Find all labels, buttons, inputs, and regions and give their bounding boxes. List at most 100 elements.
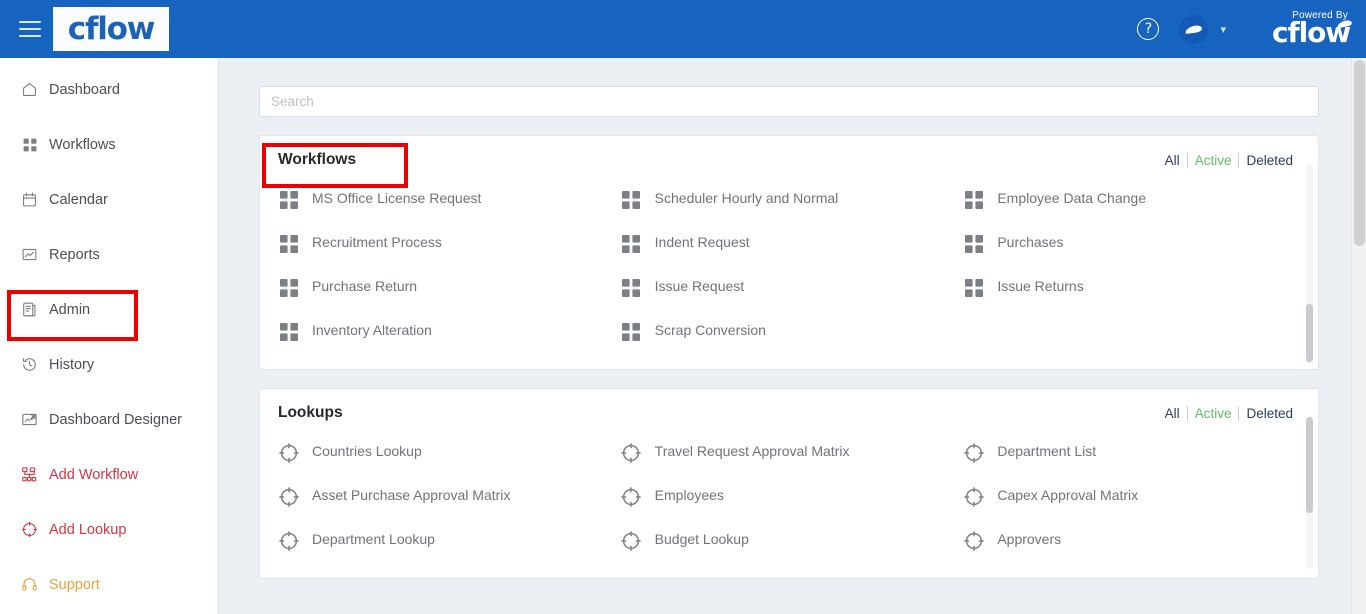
sidebar-item-dashboard[interactable]: Dashboard	[0, 75, 218, 104]
sidebar-item-label: Add Workflow	[49, 466, 139, 483]
workflow-item[interactable]: Issue Request	[615, 267, 958, 311]
workflows-scrollbar-thumb[interactable]	[1306, 304, 1313, 362]
lookup-item[interactable]: Capex Approval Matrix	[957, 476, 1300, 520]
lookup-item[interactable]: Travel Request Approval Matrix	[615, 432, 958, 476]
add-workflow-icon	[21, 466, 38, 483]
chevron-down-icon[interactable]: ▾	[1220, 23, 1226, 36]
lookup-target-icon	[963, 442, 984, 463]
workflows-filter-group: All Active Deleted	[1158, 152, 1300, 168]
item-label: Purchase Return	[312, 278, 418, 294]
lookup-item[interactable]: Budget Lookup	[615, 520, 958, 564]
sidebar-item-admin[interactable]: Admin	[0, 295, 218, 324]
workflow-item[interactable]: Indent Request	[615, 223, 958, 267]
sidebar-item-label: Reports	[49, 246, 100, 263]
search-input[interactable]	[259, 86, 1319, 117]
sidebar-item-label: Add Lookup	[49, 521, 127, 538]
workflow-grid-icon	[963, 233, 984, 254]
lookup-target-icon	[278, 486, 299, 507]
cflow-logo-text: cflow	[67, 10, 156, 47]
sidebar-item-support[interactable]: Support	[0, 570, 218, 599]
lookups-panel-scrollbar[interactable]	[1306, 417, 1313, 569]
workflow-grid-icon	[278, 233, 299, 254]
report-icon	[21, 246, 38, 263]
filter-active[interactable]: Active	[1188, 406, 1239, 421]
item-label: Travel Request Approval Matrix	[654, 443, 850, 459]
sidebar-item-label: Calendar	[49, 191, 108, 208]
lookup-target-icon	[278, 442, 299, 463]
sidebar-item-reports[interactable]: Reports	[0, 240, 218, 269]
headset-icon	[21, 576, 38, 593]
sidebar-item-label: Support	[49, 576, 100, 593]
avatar-swoosh-glyph	[1184, 23, 1204, 35]
lookups-scrollbar-thumb[interactable]	[1306, 417, 1313, 513]
header-right-group: ? ▾ Powered By cflow	[1137, 0, 1366, 58]
sidebar-item-label: Admin	[49, 301, 91, 318]
help-circle-icon[interactable]: ?	[1137, 18, 1160, 40]
admin-book-icon	[21, 301, 38, 318]
lookups-filter-group: All Active Deleted	[1158, 405, 1300, 421]
workflow-item[interactable]: Issue Returns	[957, 267, 1300, 311]
workflows-panel-scrollbar[interactable]	[1306, 164, 1313, 364]
workflow-item[interactable]: Purchases	[957, 223, 1300, 267]
workflow-item[interactable]: Purchase Return	[272, 267, 615, 311]
main-content-area: Workflows AllActiveDeleted MS Office Lic…	[219, 58, 1366, 614]
lookup-item[interactable]: Countries Lookup	[272, 432, 615, 476]
user-avatar-icon[interactable]	[1179, 14, 1209, 44]
lookups-panel-title: Lookups	[278, 404, 343, 421]
filter-all[interactable]: All	[1158, 406, 1187, 421]
hamburger-menu-icon[interactable]	[19, 21, 41, 37]
filter-deleted[interactable]: Deleted	[1239, 153, 1300, 168]
lookups-panel-header: Lookups All Active Deleted	[260, 389, 1318, 432]
workflow-grid-icon	[621, 233, 642, 254]
sidebar-item-label: Workflows	[49, 136, 116, 153]
item-label: Scheduler Hourly and Normal	[654, 190, 839, 206]
item-label: Budget Lookup	[654, 531, 749, 547]
item-label: Indent Request	[654, 234, 750, 250]
dashboard-designer-icon	[21, 411, 38, 428]
filter-active[interactable]: Active	[1188, 153, 1239, 168]
workflow-item[interactable]: Scrap Conversion	[615, 311, 958, 355]
filter-all[interactable]: All	[1158, 153, 1187, 168]
item-label: Issue Request	[654, 278, 745, 294]
workflow-grid-icon	[963, 189, 984, 210]
workflow-grid-icon	[621, 277, 642, 298]
workflows-item-grid: MS Office License Request Scheduler Hourl…	[260, 179, 1318, 369]
lookup-item[interactable]: Employees	[615, 476, 958, 520]
sidebar-item-dashboard-designer[interactable]: Dashboard Designer	[0, 405, 218, 434]
page-scrollbar[interactable]	[1351, 58, 1366, 614]
sidebar-item-label: History	[49, 356, 95, 373]
workflow-grid-icon	[963, 277, 984, 298]
lookup-target-icon	[963, 486, 984, 507]
page-scrollbar-thumb[interactable]	[1354, 60, 1365, 246]
workflow-item[interactable]: MS Office License Request	[272, 179, 615, 223]
sidebar-item-history[interactable]: History	[0, 350, 218, 379]
sidebar-item-add-workflow[interactable]: Add Workflow	[0, 460, 218, 489]
sidebar-item-workflows[interactable]: Workflows	[0, 130, 218, 159]
sidebar-item-calendar[interactable]: Calendar	[0, 185, 218, 214]
cflow-logo[interactable]: cflow	[53, 7, 169, 51]
workflow-item[interactable]: Recruitment Process	[272, 223, 615, 267]
item-label: Employees	[654, 487, 724, 503]
powered-logo-text: cflow	[1272, 16, 1351, 49]
lookup-item[interactable]: Approvers	[957, 520, 1300, 564]
lookup-item[interactable]: Asset Purchase Approval Matrix	[272, 476, 615, 520]
workflow-item[interactable]: Inventory Alteration	[272, 311, 615, 355]
workflow-item[interactable]: Employee Data Change	[957, 179, 1300, 223]
powered-by-cflow-logo: cflow	[1272, 16, 1353, 49]
item-label: Department Lookup	[312, 531, 435, 547]
item-label: Issue Returns	[997, 278, 1084, 294]
search-bar-container	[219, 58, 1366, 117]
lookup-target-icon	[963, 530, 984, 551]
sidebar-item-add-lookup[interactable]: Add Lookup	[0, 515, 218, 544]
home-icon	[21, 81, 38, 98]
item-label: Department List	[997, 443, 1097, 459]
workflow-grid-icon	[278, 277, 299, 298]
lookup-item[interactable]: Department Lookup	[272, 520, 615, 564]
workflows-panel-header: Workflows All Active Deleted	[260, 136, 1318, 179]
filter-deleted[interactable]: Deleted	[1239, 406, 1300, 421]
lookups-panel: Lookups All Active Deleted Countries Looku…	[259, 388, 1319, 579]
workflow-item[interactable]: Scheduler Hourly and Normal	[615, 179, 958, 223]
sidebar-item-label: Dashboard	[49, 81, 120, 98]
lookup-item[interactable]: Department List	[957, 432, 1300, 476]
item-label: Capex Approval Matrix	[997, 487, 1139, 503]
